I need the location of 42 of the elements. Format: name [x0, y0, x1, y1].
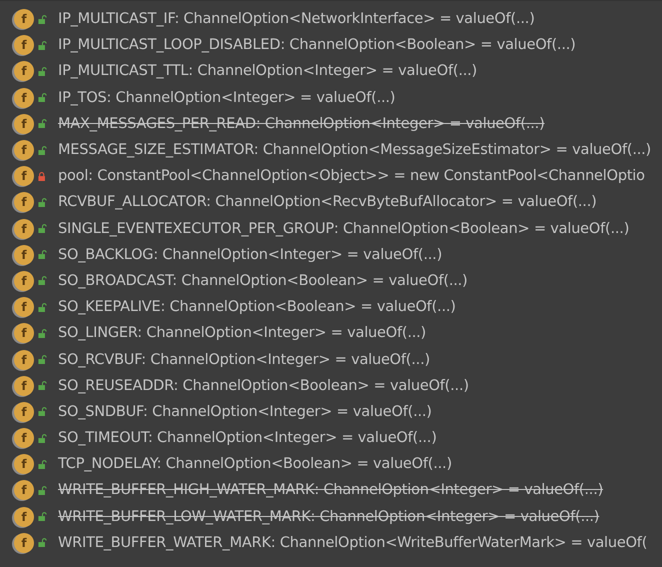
field-icon: f: [14, 114, 34, 134]
member-item[interactable]: SO_KEEPALIVE: ChannelOption<Boolean> = valueOf(...): [58, 299, 456, 316]
member-item[interactable]: IP_MULTICAST_TTL: ChannelOption<Integer> = valueOf(...): [58, 63, 478, 80]
field-icon: f: [14, 323, 34, 344]
field-icon: f: [14, 140, 34, 160]
member-item[interactable]: SINGLE_EVENTEXECUTOR_PER_GROUP: ChannelOption<Boolean> = valueOf(...): [58, 220, 630, 237]
field-icon: f: [14, 402, 34, 422]
field-icon: f: [14, 376, 34, 396]
field-icon: f: [14, 480, 34, 500]
field-icon: f: [14, 9, 34, 30]
member-item[interactable]: WRITE_BUFFER_WATER_MARK: ChannelOption<WriteBufferWaterMark> = valueOf(: [58, 534, 648, 551]
member-item[interactable]: IP_MULTICAST_LOOP_DISABLED: ChannelOption<Boolean> = valueOf(...): [58, 37, 576, 54]
member-item[interactable]: WRITE_BUFFER_LOW_WATER_MARK: ChannelOption<Integer> = valueOf(...): [58, 508, 600, 525]
field-icon: f: [14, 244, 34, 265]
member-item[interactable]: IP_MULTICAST_IF: ChannelOption<NetworkInterface> = valueOf(...): [58, 11, 535, 28]
field-icon: f: [14, 454, 34, 474]
member-item[interactable]: WRITE_BUFFER_HIGH_WATER_MARK: ChannelOption<Integer> = valueOf(...): [58, 482, 604, 498]
member-item[interactable]: SO_BACKLOG: ChannelOption<Integer> = valueOf(...): [58, 246, 442, 263]
field-icon: f: [14, 88, 34, 108]
field-icon: f: [14, 350, 34, 370]
field-icon: f: [14, 532, 34, 553]
field-icon: f: [14, 506, 34, 527]
member-item[interactable]: SO_TIMEOUT: ChannelOption<Integer> = valueOf(...): [58, 430, 437, 446]
member-item[interactable]: pool: ConstantPool<ChannelOption<Object>> = new ConstantPool<ChannelOptio: [58, 168, 645, 184]
member-item[interactable]: SO_SNDBUF: ChannelOption<Integer> = valueOf(...): [58, 404, 432, 420]
member-item[interactable]: TCP_NODELAY: ChannelOption<Boolean> = valueOf(...): [58, 456, 452, 472]
member-item[interactable]: SO_BROADCAST: ChannelOption<Boolean> = valueOf(...): [58, 272, 468, 289]
member-item[interactable]: SO_RCVBUF: ChannelOption<Integer> = valueOf(...): [58, 352, 430, 368]
member-item[interactable]: RCVBUF_ALLOCATOR: ChannelOption<RecvByteBufAllocator> = valueOf(...): [58, 194, 597, 210]
field-icon: f: [14, 218, 34, 239]
field-icon: f: [14, 192, 34, 212]
member-item[interactable]: SO_REUSEADDR: ChannelOption<Boolean> = valueOf(...): [58, 378, 469, 394]
field-icon: f: [14, 270, 34, 291]
field-icon: f: [14, 166, 34, 186]
field-icon: f: [14, 428, 34, 448]
member-item[interactable]: SO_LINGER: ChannelOption<Integer> = valueOf(...): [58, 325, 426, 342]
field-icon: f: [14, 61, 34, 82]
field-icon: f: [14, 35, 34, 56]
member-item[interactable]: IP_TOS: ChannelOption<Integer> = valueOf(...): [58, 90, 396, 106]
member-item[interactable]: MAX_MESSAGES_PER_READ: ChannelOption<Integer> = valueOf(...): [58, 116, 545, 132]
member-item[interactable]: MESSAGE_SIZE_ESTIMATOR: ChannelOption<MessageSizeEstimator> = valueOf(...): [58, 142, 652, 158]
field-icon: f: [14, 297, 34, 318]
